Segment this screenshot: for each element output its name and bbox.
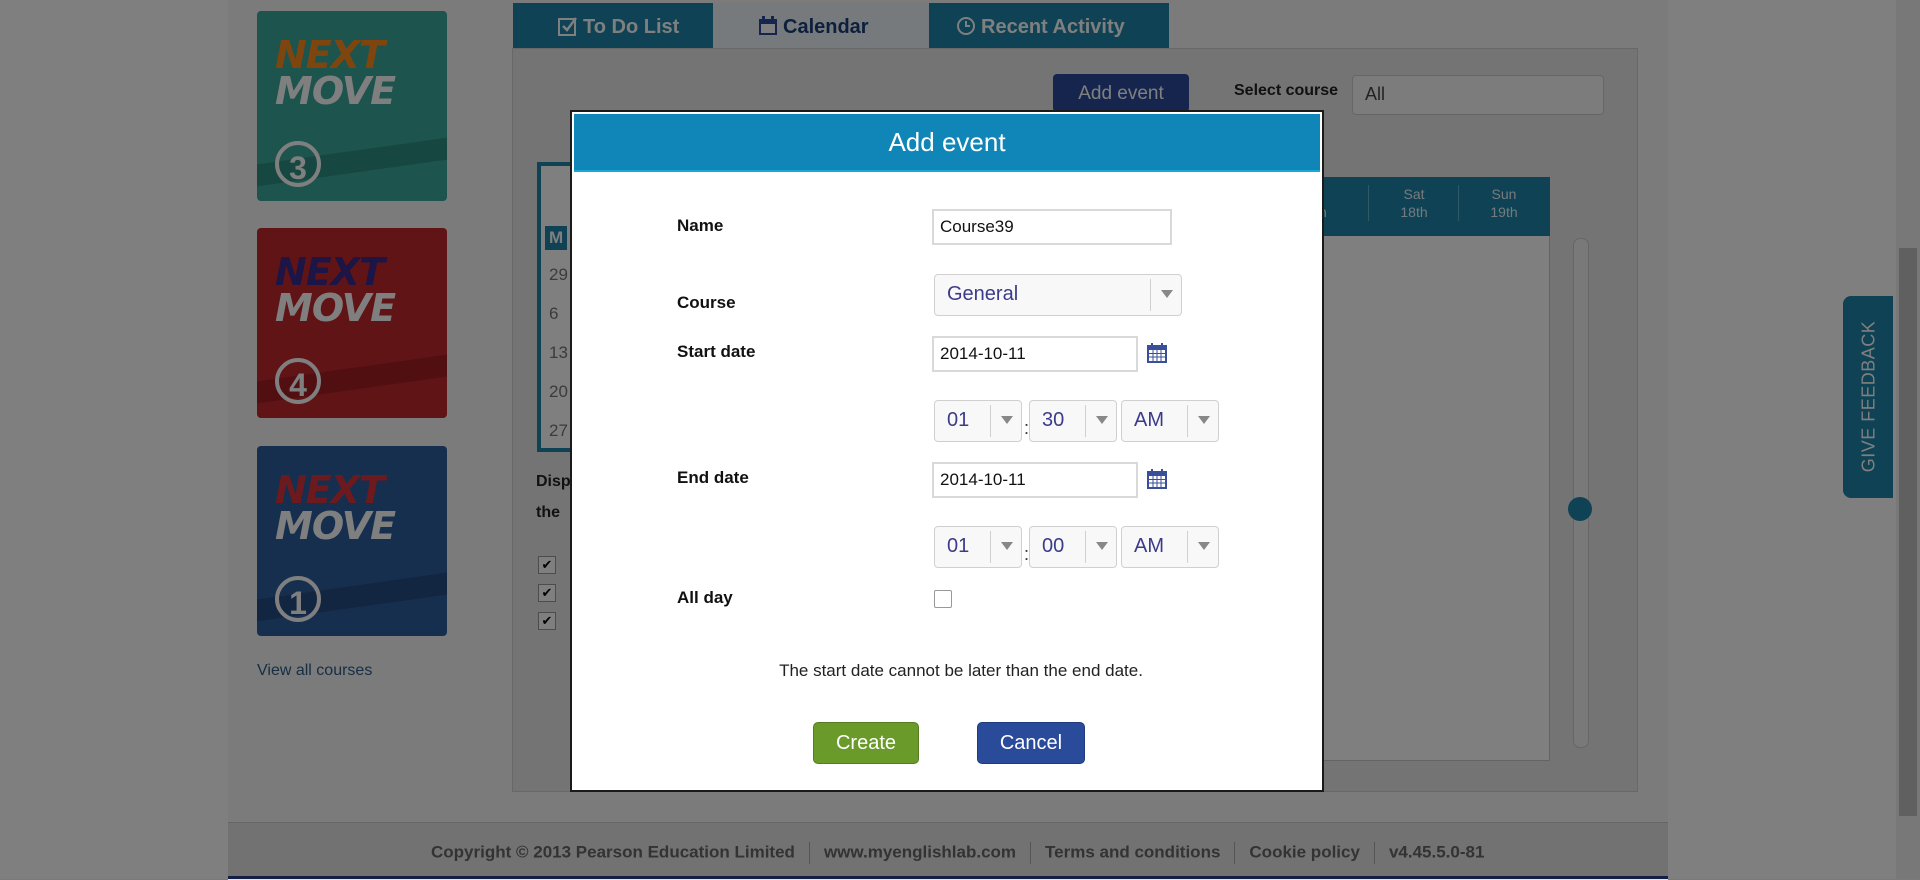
end-ampm-select[interactable]: AM: [1121, 526, 1219, 568]
end-hour-select[interactable]: 01: [934, 526, 1022, 568]
validation-message: The start date cannot be later than the …: [779, 661, 1143, 680]
add-event-dialog: Add event Name Course General Start date…: [570, 110, 1324, 792]
name-label: Name: [677, 216, 724, 235]
start-hour-value: 01: [947, 409, 970, 431]
dialog-title: Add event: [574, 114, 1320, 172]
course-select-value: General: [947, 283, 1019, 305]
name-input[interactable]: [932, 209, 1172, 245]
start-ampm-select[interactable]: AM: [1121, 400, 1219, 442]
start-date-input[interactable]: [932, 336, 1138, 372]
chevron-down-icon: [990, 405, 1021, 437]
course-label: Course: [677, 293, 736, 312]
start-minute-value: 30: [1042, 409, 1065, 431]
all-day-checkbox[interactable]: [934, 590, 952, 608]
end-date-input[interactable]: [932, 462, 1138, 498]
end-ampm-value: AM: [1134, 535, 1164, 557]
all-day-label: All day: [677, 588, 733, 607]
course-select[interactable]: General: [934, 274, 1182, 316]
end-minute-value: 00: [1042, 535, 1065, 557]
start-hour-select[interactable]: 01: [934, 400, 1022, 442]
chevron-down-icon: [1085, 405, 1116, 437]
end-hour-value: 01: [947, 535, 970, 557]
chevron-down-icon: [1150, 279, 1181, 311]
create-button[interactable]: Create: [813, 722, 919, 764]
start-minute-select[interactable]: 30: [1029, 400, 1117, 442]
chevron-down-icon: [1085, 531, 1116, 563]
start-date-label: Start date: [677, 342, 756, 361]
calendar-picker-icon[interactable]: [1146, 342, 1168, 364]
end-minute-select[interactable]: 00: [1029, 526, 1117, 568]
chevron-down-icon: [1187, 531, 1218, 563]
end-date-label: End date: [677, 468, 749, 487]
start-ampm-value: AM: [1134, 409, 1164, 431]
cancel-button[interactable]: Cancel: [977, 722, 1085, 764]
chevron-down-icon: [990, 531, 1021, 563]
chevron-down-icon: [1187, 405, 1218, 437]
calendar-picker-icon[interactable]: [1146, 468, 1168, 490]
